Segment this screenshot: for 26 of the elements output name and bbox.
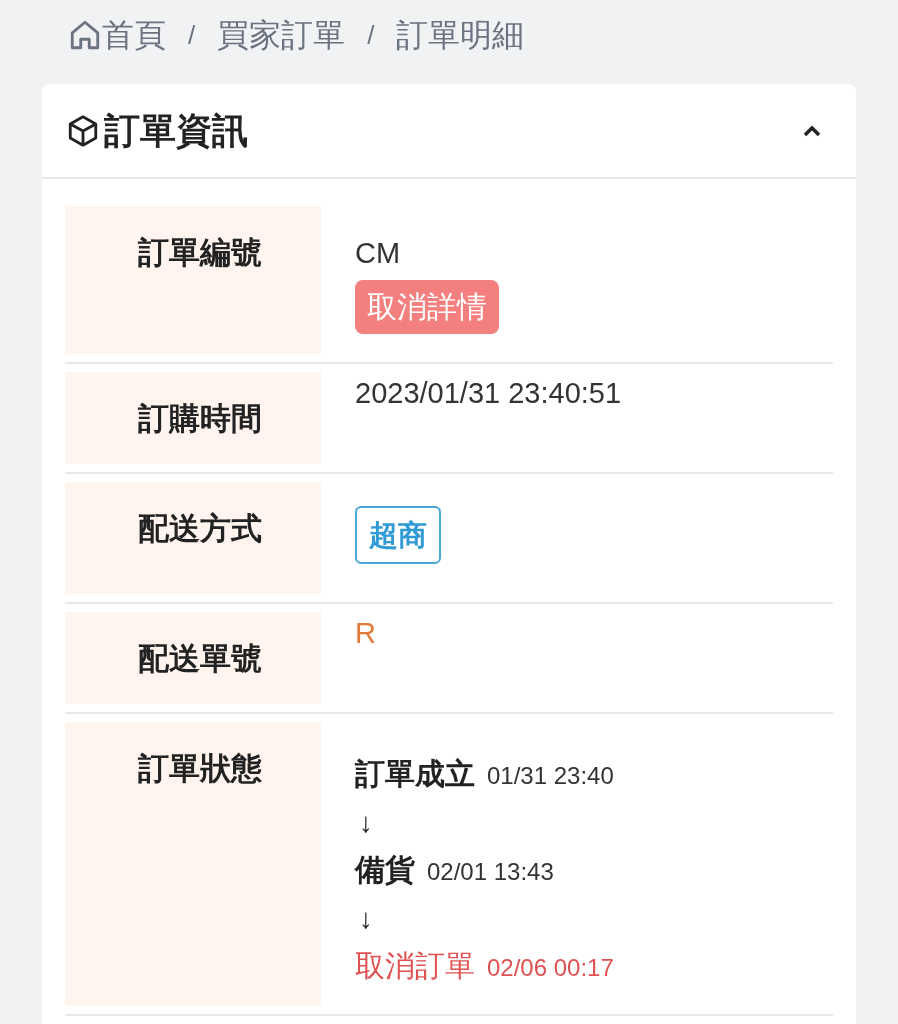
tracking-number: R bbox=[355, 616, 376, 649]
home-link[interactable]: 首頁 bbox=[68, 11, 166, 59]
field-label: 配送方式 bbox=[138, 511, 262, 546]
status-time: 01/31 23:40 bbox=[487, 761, 614, 791]
card-title: 訂單資訊 bbox=[104, 108, 248, 153]
field-label: 訂單編號 bbox=[138, 235, 262, 270]
order-time: 2023/01/31 23:40:51 bbox=[355, 376, 622, 409]
status-label: 訂單成立 bbox=[355, 756, 475, 792]
field-label: 訂單狀態 bbox=[138, 751, 262, 786]
breadcrumb-current: 訂單明細 bbox=[396, 16, 525, 55]
field-label: 訂購時間 bbox=[138, 401, 262, 436]
breadcrumb-separator: / bbox=[367, 18, 375, 52]
arrow-down: ↓ bbox=[358, 902, 374, 936]
status-time: 02/06 00:17 bbox=[487, 953, 614, 983]
status-label: 備貨 bbox=[355, 852, 415, 888]
box-icon bbox=[66, 113, 100, 148]
breadcrumb-link[interactable]: 買家訂單 bbox=[217, 11, 346, 59]
arrow-down: ↓ bbox=[358, 806, 374, 840]
order-number: CM bbox=[355, 236, 401, 271]
breadcrumb-separator: / bbox=[188, 18, 196, 52]
home-icon bbox=[68, 18, 102, 52]
cancel-details-button[interactable]: 取消詳情 bbox=[355, 279, 499, 334]
field-label: 配送單號 bbox=[138, 641, 262, 676]
status-time: 02/01 13:43 bbox=[427, 857, 554, 887]
status-label: 取消訂單 bbox=[355, 948, 475, 984]
delivery-tag: 超商 bbox=[355, 506, 441, 564]
